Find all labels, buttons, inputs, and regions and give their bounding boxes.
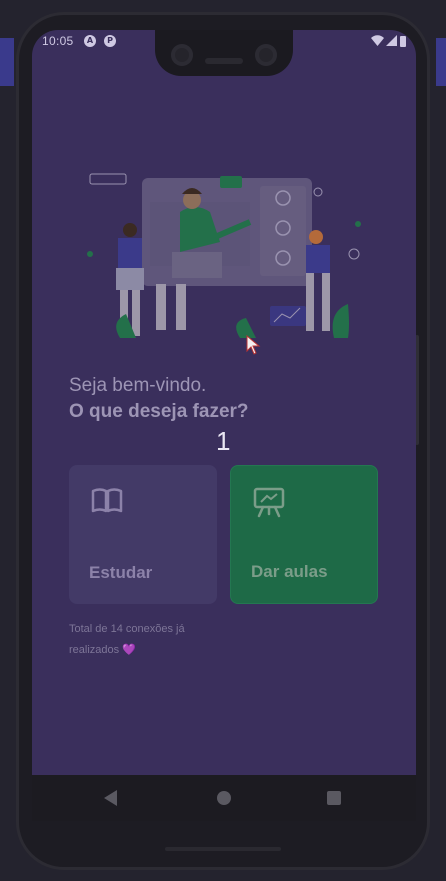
android-navigation-bar [32, 775, 416, 821]
background-window-edge-right [436, 38, 446, 86]
wifi-icon [371, 35, 384, 46]
notification-a-icon: A [84, 35, 96, 47]
total-connections-line2: realizados [69, 644, 120, 656]
total-connections: Total de 14 conexões já realizados 💜 [69, 619, 259, 661]
overlay-counter: 1 [216, 426, 231, 456]
recent-apps-icon[interactable] [327, 791, 341, 805]
app-screen: 10:05 A P Seja bem-vindo. O que deseja f… [32, 30, 416, 775]
question-text: O que deseja fazer? [69, 401, 249, 422]
back-icon[interactable] [104, 790, 117, 806]
front-camera-icon [171, 44, 193, 66]
total-connections-line1: Total de 14 conexões já [69, 623, 185, 635]
home-icon[interactable] [217, 791, 231, 805]
study-button[interactable]: Estudar [69, 465, 217, 604]
battery-icon [400, 36, 406, 47]
heart-icon: 💜 [122, 644, 136, 656]
signal-icon [386, 35, 397, 46]
background-window-edge-left [0, 38, 14, 86]
teach-button-label: Dar aulas [251, 562, 328, 581]
status-time: 10:05 [42, 34, 74, 48]
speaker-grille [205, 58, 243, 64]
book-icon [91, 488, 123, 513]
mouse-cursor-icon [246, 334, 261, 355]
greeting-text: Seja bem-vindo. [69, 375, 207, 396]
notification-p-icon: P [104, 35, 116, 47]
presentation-icon [253, 487, 285, 518]
camera-notch [155, 30, 293, 76]
front-sensor-icon [255, 44, 277, 66]
study-button-label: Estudar [89, 563, 153, 582]
landing-illustration [87, 173, 361, 338]
teach-button[interactable]: Dar aulas [230, 465, 378, 604]
phone-chin-speaker [165, 847, 281, 851]
